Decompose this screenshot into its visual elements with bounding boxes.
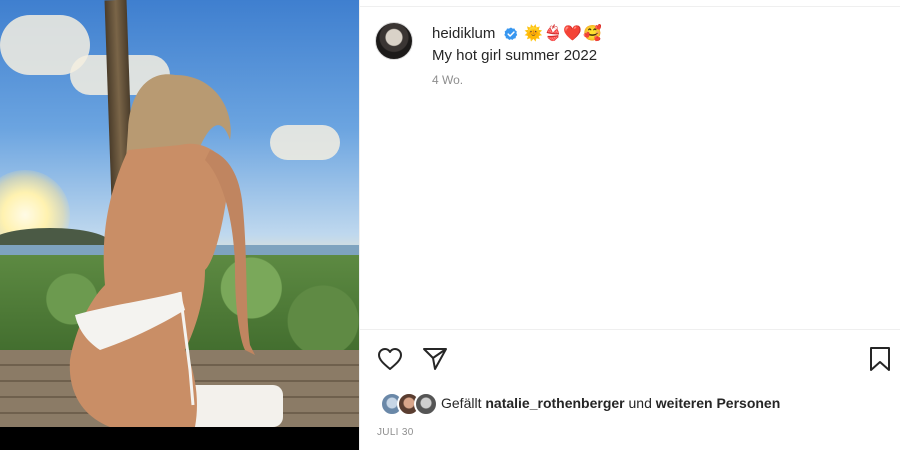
likes-connector: und [628, 395, 652, 411]
divider [359, 0, 360, 450]
title-emojis: 🌞👙❤️🥰 [524, 24, 603, 42]
liker-username-link[interactable]: natalie_rothenberger [485, 395, 624, 411]
post-date[interactable]: JULI 30 [377, 427, 414, 438]
paper-plane-icon[interactable] [421, 345, 449, 373]
divider [360, 6, 900, 7]
likes-prefix: Gefällt [441, 395, 482, 411]
divider [360, 329, 900, 330]
verified-badge-icon [504, 27, 518, 40]
username-link[interactable]: heidiklum [432, 25, 495, 42]
bookmark-outline-icon[interactable] [866, 345, 894, 373]
post-time-ago[interactable]: 4 Wo. [432, 73, 463, 87]
post-photo[interactable] [0, 0, 359, 427]
heart-outline-icon[interactable] [376, 345, 404, 373]
post-caption: My hot girl summer 2022 [432, 47, 598, 64]
media-letterbox [0, 427, 359, 450]
cloud [270, 125, 340, 160]
avatar[interactable] [414, 392, 438, 416]
liker-avatars[interactable] [380, 392, 438, 416]
likes-others-link[interactable]: weiteren Personen [656, 395, 781, 411]
likes-summary: Gefällt natalie_rothenberger und weitere… [441, 395, 780, 411]
person-silhouette [69, 74, 255, 427]
profile-avatar[interactable] [375, 22, 413, 60]
